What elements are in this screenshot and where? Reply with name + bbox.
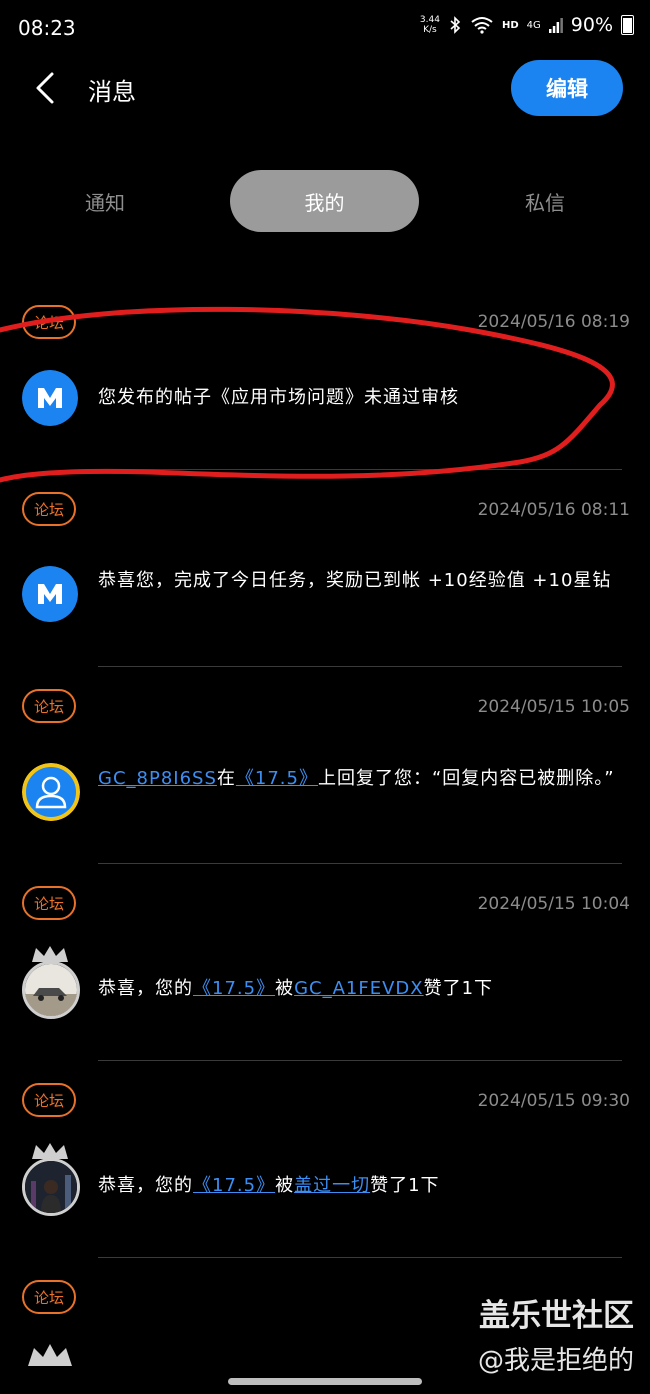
forum-tag[interactable]: 论坛 — [22, 689, 76, 723]
post-link[interactable]: 《17.5》 — [193, 1175, 275, 1196]
message-time: 2024/05/16 08:11 — [477, 500, 630, 520]
city-photo-avatar[interactable] — [22, 1158, 80, 1216]
message-text: 恭喜，您的《17.5》被GC_A1FEVDX赞了1下 — [98, 978, 494, 999]
message-time: 2024/05/15 10:04 — [477, 894, 630, 914]
battery-icon — [621, 15, 634, 35]
header: 消息 编辑 — [0, 56, 650, 120]
tab-bar: 通知 我的 私信 — [0, 170, 650, 232]
tab-mine[interactable]: 我的 — [230, 170, 419, 232]
list-item[interactable]: 论坛 2024/05/16 08:19 您发布的帖子《应用市场问题》未通过审核 — [0, 295, 650, 470]
list-item[interactable]: 论坛 2024/05/15 10:04 恭喜，您的《17.5》被GC_A1FEV… — [0, 864, 650, 1061]
wifi-icon — [471, 17, 493, 34]
forum-tag[interactable]: 论坛 — [22, 1280, 76, 1314]
watermark-user: @我是拒绝的 — [477, 1346, 634, 1376]
message-text: 恭喜您，完成了今日任务，奖励已到帐 +10经验值 +10星钻 — [98, 570, 612, 591]
network-type: 4G — [526, 19, 541, 31]
status-bar: 08:23 3.44 K/s HD 4G 90% — [0, 0, 650, 56]
forum-tag[interactable]: 论坛 — [22, 1083, 76, 1117]
home-indicator[interactable] — [228, 1378, 422, 1385]
list-item[interactable]: 论坛 2024/05/15 10:05 GC_8P8I6SS在《17.5》上回复… — [0, 667, 650, 864]
status-time: 08:23 — [18, 16, 76, 40]
tab-private-messages[interactable]: 私信 — [480, 170, 610, 232]
bluetooth-icon — [450, 16, 461, 34]
crown-icon — [28, 1344, 72, 1366]
signal-icon — [548, 18, 563, 33]
message-text: 您发布的帖子《应用市场问题》未通过审核 — [98, 387, 459, 408]
edit-button[interactable]: 编辑 — [511, 60, 623, 116]
back-arrow-icon[interactable] — [28, 68, 68, 108]
tab-notifications[interactable]: 通知 — [40, 170, 170, 232]
user-link[interactable]: GC_8P8I6SS — [98, 768, 217, 789]
user-link[interactable]: 盖过一切 — [294, 1175, 370, 1196]
message-text: GC_8P8I6SS在《17.5》上回复了您：“回复内容已被删除。” — [98, 768, 615, 789]
page-title: 消息 — [88, 78, 136, 106]
message-time: 2024/05/15 09:30 — [477, 1091, 630, 1111]
message-text: 恭喜，您的《17.5》被盖过一切赞了1下 — [98, 1175, 440, 1196]
net-speed: 3.44 K/s — [419, 15, 440, 35]
battery-percent: 90% — [570, 14, 613, 36]
post-link[interactable]: 《17.5》 — [193, 978, 275, 999]
forum-tag[interactable]: 论坛 — [22, 305, 76, 339]
m-logo-icon[interactable] — [22, 566, 78, 622]
message-time: 2024/05/15 10:05 — [477, 697, 630, 717]
forum-tag[interactable]: 论坛 — [22, 492, 76, 526]
user-default-icon[interactable] — [22, 763, 80, 821]
post-link[interactable]: 《17.5》 — [236, 768, 318, 789]
status-icons: 3.44 K/s HD 4G 90% — [420, 14, 634, 36]
message-time: 2024/05/16 08:19 — [477, 312, 630, 332]
forum-tag[interactable]: 论坛 — [22, 886, 76, 920]
car-photo-avatar[interactable] — [22, 961, 80, 1019]
watermark-community: 盖乐世社区 — [479, 1298, 634, 1334]
list-item[interactable]: 论坛 2024/05/15 09:30 恭喜，您的《17.5》被盖过一切赞了1下 — [0, 1061, 650, 1258]
user-link[interactable]: GC_A1FEVDX — [294, 978, 424, 999]
list-item[interactable]: 论坛 2024/05/16 08:11 恭喜您，完成了今日任务，奖励已到帐 +1… — [0, 470, 650, 667]
m-logo-icon[interactable] — [22, 370, 78, 426]
hd-indicator: HD — [501, 19, 519, 31]
message-list: 论坛 2024/05/16 08:19 您发布的帖子《应用市场问题》未通过审核 … — [0, 295, 650, 1368]
